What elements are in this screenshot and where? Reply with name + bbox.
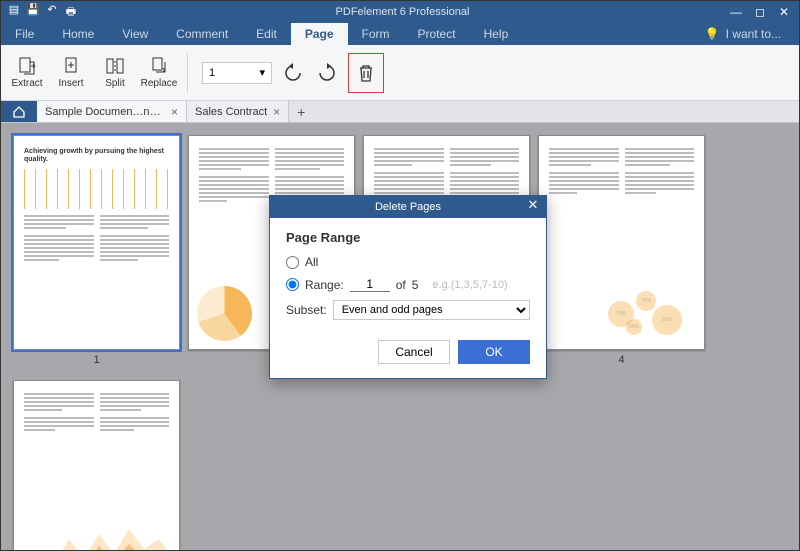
tab-close-icon[interactable]: × — [273, 105, 280, 119]
split-icon — [105, 56, 125, 76]
trash-icon — [357, 63, 375, 83]
menu-view[interactable]: View — [108, 23, 162, 45]
cancel-button[interactable]: Cancel — [378, 340, 450, 364]
subset-label: Subset: — [286, 303, 327, 317]
dropdown-icon: ▾ — [259, 66, 265, 79]
maximize-button[interactable]: ◻ — [749, 5, 771, 19]
delete-pages-dialog: Delete Pages ✕ Page Range All Range: of … — [269, 195, 547, 379]
replace-label: Replace — [141, 78, 178, 89]
print-icon[interactable]: 🖶 — [64, 3, 78, 22]
range-hint: e.g.(1,3,5,7-10) — [432, 279, 507, 291]
radio-range-label: Range: — [305, 278, 344, 292]
dialog-title-bar[interactable]: Delete Pages ✕ — [270, 196, 546, 218]
menu-protect[interactable]: Protect — [404, 23, 470, 45]
radio-range[interactable] — [286, 278, 299, 291]
menu-file[interactable]: File — [1, 23, 48, 45]
ok-button[interactable]: OK — [458, 340, 530, 364]
page-thumbnail-workspace: Achieving growth by pursuing the highest… — [1, 123, 799, 550]
extract-label: Extract — [11, 78, 42, 89]
replace-button[interactable]: Replace — [139, 50, 179, 96]
tab-close-icon[interactable]: × — [171, 105, 178, 119]
i-want-to[interactable]: 💡 I want to... — [705, 27, 799, 41]
dialog-title: Delete Pages — [375, 201, 441, 213]
menu-bar: File Home View Comment Edit Page Form Pr… — [1, 23, 799, 45]
document-tab[interactable]: Sample Documen…nded × — [37, 101, 187, 122]
range-total: 5 — [412, 278, 419, 292]
radio-all-row[interactable]: All — [286, 255, 530, 269]
menu-comment[interactable]: Comment — [162, 23, 242, 45]
page-number-input[interactable]: 1 ▾ — [202, 62, 272, 84]
save-icon[interactable]: 💾 — [26, 3, 40, 22]
minimize-button[interactable]: — — [725, 5, 747, 19]
ribbon-separator — [187, 53, 188, 93]
delete-page-button[interactable] — [348, 53, 384, 93]
extract-icon — [17, 56, 37, 76]
window-controls: — ◻ ✕ — [721, 5, 799, 19]
dialog-close-button[interactable]: ✕ — [524, 197, 542, 215]
subset-select[interactable]: Even and odd pages — [333, 300, 530, 320]
extract-button[interactable]: Extract — [7, 50, 47, 96]
document-tab-strip: Sample Documen…nded × Sales Contract × + — [1, 101, 799, 123]
home-tab[interactable] — [1, 101, 37, 122]
dialog-overlay: Delete Pages ✕ Page Range All Range: of … — [1, 123, 799, 550]
app-menu-icon[interactable]: ▤ — [7, 3, 21, 22]
tab-title: Sales Contract — [195, 106, 267, 118]
home-icon — [12, 105, 26, 119]
menu-page[interactable]: Page — [291, 23, 348, 45]
rotate-ccw-button[interactable] — [280, 60, 306, 86]
undo-icon[interactable]: ↶ — [45, 3, 59, 22]
radio-all-label: All — [305, 255, 318, 269]
range-from-input[interactable] — [350, 277, 390, 292]
new-tab-button[interactable]: + — [289, 101, 313, 122]
quick-access-toolbar: ▤ 💾 ↶ 🖶 — [1, 3, 84, 22]
menu-edit[interactable]: Edit — [242, 23, 291, 45]
insert-label: Insert — [58, 78, 83, 89]
title-bar: ▤ 💾 ↶ 🖶 PDFelement 6 Professional — ◻ ✕ — [1, 1, 799, 23]
replace-icon — [149, 56, 169, 76]
ribbon: Extract Insert Split Replace 1 ▾ — [1, 45, 799, 101]
insert-icon — [61, 56, 81, 76]
split-button[interactable]: Split — [95, 50, 135, 96]
document-tab[interactable]: Sales Contract × — [187, 101, 289, 122]
tab-title: Sample Documen…nded — [45, 106, 165, 118]
lightbulb-icon: 💡 — [705, 27, 720, 41]
page-number-value: 1 — [209, 67, 215, 79]
dialog-footer: Cancel OK — [270, 330, 546, 378]
split-label: Split — [105, 78, 124, 89]
dialog-body: Page Range All Range: of 5 e.g.(1,3,5,7-… — [270, 218, 546, 330]
menu-home[interactable]: Home — [48, 23, 108, 45]
menu-form[interactable]: Form — [348, 23, 404, 45]
menu-help[interactable]: Help — [470, 23, 523, 45]
radio-all[interactable] — [286, 256, 299, 269]
i-want-label: I want to... — [726, 27, 781, 41]
radio-range-row[interactable]: Range: of 5 e.g.(1,3,5,7-10) — [286, 277, 530, 292]
dialog-heading: Page Range — [286, 230, 530, 245]
app-title: PDFelement 6 Professional — [84, 6, 721, 18]
rotate-cw-button[interactable] — [314, 60, 340, 86]
range-of-label: of — [396, 278, 406, 292]
subset-row: Subset: Even and odd pages — [286, 300, 530, 320]
insert-button[interactable]: Insert — [51, 50, 91, 96]
close-button[interactable]: ✕ — [773, 5, 795, 19]
